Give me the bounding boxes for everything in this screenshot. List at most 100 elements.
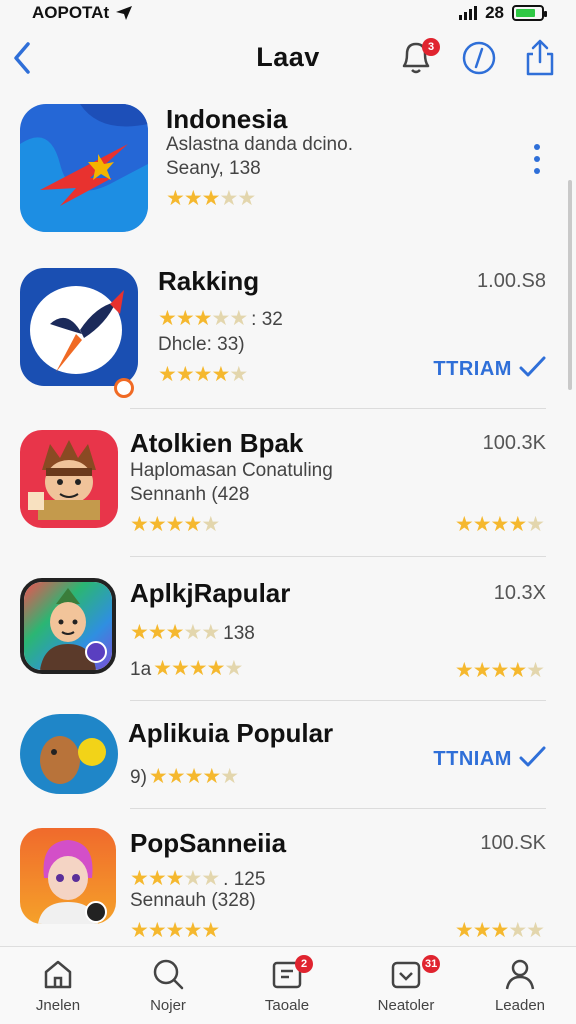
more-options-button[interactable] (532, 144, 542, 180)
app-icon-aplkjrapular[interactable] (20, 578, 116, 674)
star-icon: ★ (201, 867, 220, 890)
tab-home[interactable]: Jnelen (8, 957, 108, 1014)
app-name: Indonesia (166, 104, 288, 134)
install-button[interactable]: TTNIAM (433, 746, 546, 771)
tab-label: Nojer (150, 997, 186, 1014)
list-item[interactable]: Indonesia Aslastna danda dcino. Seany, 1… (0, 100, 576, 240)
anime-girl-icon (20, 828, 116, 924)
discover-button[interactable] (459, 36, 499, 80)
account-icon (505, 959, 535, 990)
divider (130, 700, 546, 701)
star-icon: ★ (454, 513, 474, 536)
tab-apps[interactable]: 2 Taoale (237, 955, 337, 1014)
rating-stars-small: ★★★★★. 125 (130, 866, 265, 891)
star-icon: ★ (490, 659, 510, 682)
star-icon: ★ (158, 363, 177, 386)
app-icon-atolkien[interactable] (20, 430, 118, 528)
install-label: TTNIAM (433, 748, 512, 770)
rating-count: . 125 (223, 869, 266, 890)
rating-count: : 32 (251, 309, 283, 330)
flag-star-icon (20, 104, 148, 232)
app-icon-indonesia[interactable] (20, 104, 148, 232)
tab-search[interactable]: Nojer (118, 957, 218, 1014)
divider (130, 808, 546, 809)
star-icon: ★ (165, 621, 185, 644)
app-reviews: Sennauh (328) (130, 890, 256, 911)
star-icon: ★ (206, 657, 226, 680)
star-icon: ★ (175, 307, 195, 330)
rating-count: 138 (223, 623, 255, 644)
app-name: PopSanneiia (130, 828, 287, 858)
tab-label: Leaden (494, 997, 546, 1014)
tab-account[interactable]: Leaden (470, 957, 570, 1014)
app-reviews: Sennanh (428 (130, 484, 250, 505)
star-icon: ★ (170, 657, 190, 680)
list-item[interactable]: AplkjRapular 10.3X ★★★★★ 138 1a★★★★★ ★★★★… (0, 574, 576, 694)
star-icon: ★ (201, 187, 221, 210)
star-icon: ★ (165, 867, 185, 890)
star-icon: ★ (508, 919, 527, 942)
star-icon: ★ (193, 363, 213, 386)
signal-icon (459, 6, 478, 20)
character-portrait-icon (24, 582, 112, 670)
notifications-button[interactable]: 3 (396, 36, 440, 80)
star-icon: ★ (220, 765, 239, 788)
install-label: TTRIAM (433, 358, 512, 380)
star-icon: ★ (147, 513, 167, 536)
star-icon: ★ (201, 513, 220, 536)
checkmark-icon (519, 356, 546, 377)
star-icon: ★ (219, 187, 238, 210)
rating-stars: ★★★★★ (130, 512, 220, 537)
install-button[interactable]: TTRIAM (433, 356, 546, 381)
divider (130, 556, 546, 557)
star-icon: ★ (229, 307, 248, 330)
app-size: 1.00.S8 (477, 270, 546, 292)
star-icon: ★ (472, 919, 492, 942)
list-item[interactable]: Aplikuia Popular 9)★★★★★ TTNIAM (0, 714, 576, 810)
star-icon: ★ (508, 659, 527, 682)
app-name: Atolkien Bpak (130, 428, 304, 458)
rating-stars: ★★★★★ (130, 918, 220, 943)
star-icon: ★ (188, 657, 208, 680)
tab-updates[interactable]: 31 Neatoler (356, 955, 456, 1014)
bird-logo-icon (20, 268, 138, 386)
app-reviews: Seany, 138 (166, 158, 261, 179)
status-right: 28 (459, 3, 547, 23)
app-subtitle: Haplomasan Conatuling (130, 460, 333, 481)
star-icon: ★ (490, 513, 510, 536)
tab-bar: Jnelen Nojer 2 Taoale 31 Neatoler Leaden (0, 946, 576, 1024)
star-icon: ★ (472, 513, 492, 536)
list-item[interactable]: Rakking 1.00.S8 ★★★★★: 32 Dhcle: 33) ★★★… (0, 262, 576, 402)
user-rating-stars: ★★★★★ (454, 658, 545, 683)
star-icon: ★ (184, 765, 204, 788)
nav-header: Laav 3 (0, 28, 576, 88)
app-icon-rakking[interactable] (20, 268, 138, 386)
star-icon: ★ (147, 867, 167, 890)
update-dot-icon (114, 378, 134, 398)
app-icon-popsanneiia[interactable] (20, 828, 116, 924)
battery-fill (516, 9, 536, 17)
app-subtitle: Aslastna danda dcino. (166, 134, 353, 155)
star-icon: ★ (175, 363, 195, 386)
star-icon: ★ (183, 919, 202, 942)
rating-stars: 1a★★★★★ (130, 656, 243, 681)
star-icon: ★ (147, 621, 167, 644)
star-icon: ★ (454, 659, 474, 682)
star-icon: ★ (153, 657, 172, 680)
star-icon: ★ (211, 363, 230, 386)
list-item[interactable]: Atolkien Bpak 100.3K Haplomasan Conatuli… (0, 424, 576, 554)
star-icon: ★ (211, 307, 230, 330)
star-icon: ★ (526, 659, 545, 682)
star-icon: ★ (148, 765, 168, 788)
rating-stars-small: ★★★★★: 32 (158, 306, 283, 331)
star-icon: ★ (454, 919, 474, 942)
list-item[interactable]: PopSanneiia 100.SK ★★★★★. 125 Sennauh (3… (0, 824, 576, 942)
star-icon: ★ (229, 363, 248, 386)
app-icon-aplikuia[interactable] (20, 714, 118, 794)
share-button[interactable] (520, 36, 560, 80)
star-icon: ★ (183, 621, 202, 644)
share-icon (526, 39, 554, 76)
star-icon: ★ (147, 919, 167, 942)
checkmark-icon (519, 746, 546, 767)
star-icon: ★ (472, 659, 492, 682)
